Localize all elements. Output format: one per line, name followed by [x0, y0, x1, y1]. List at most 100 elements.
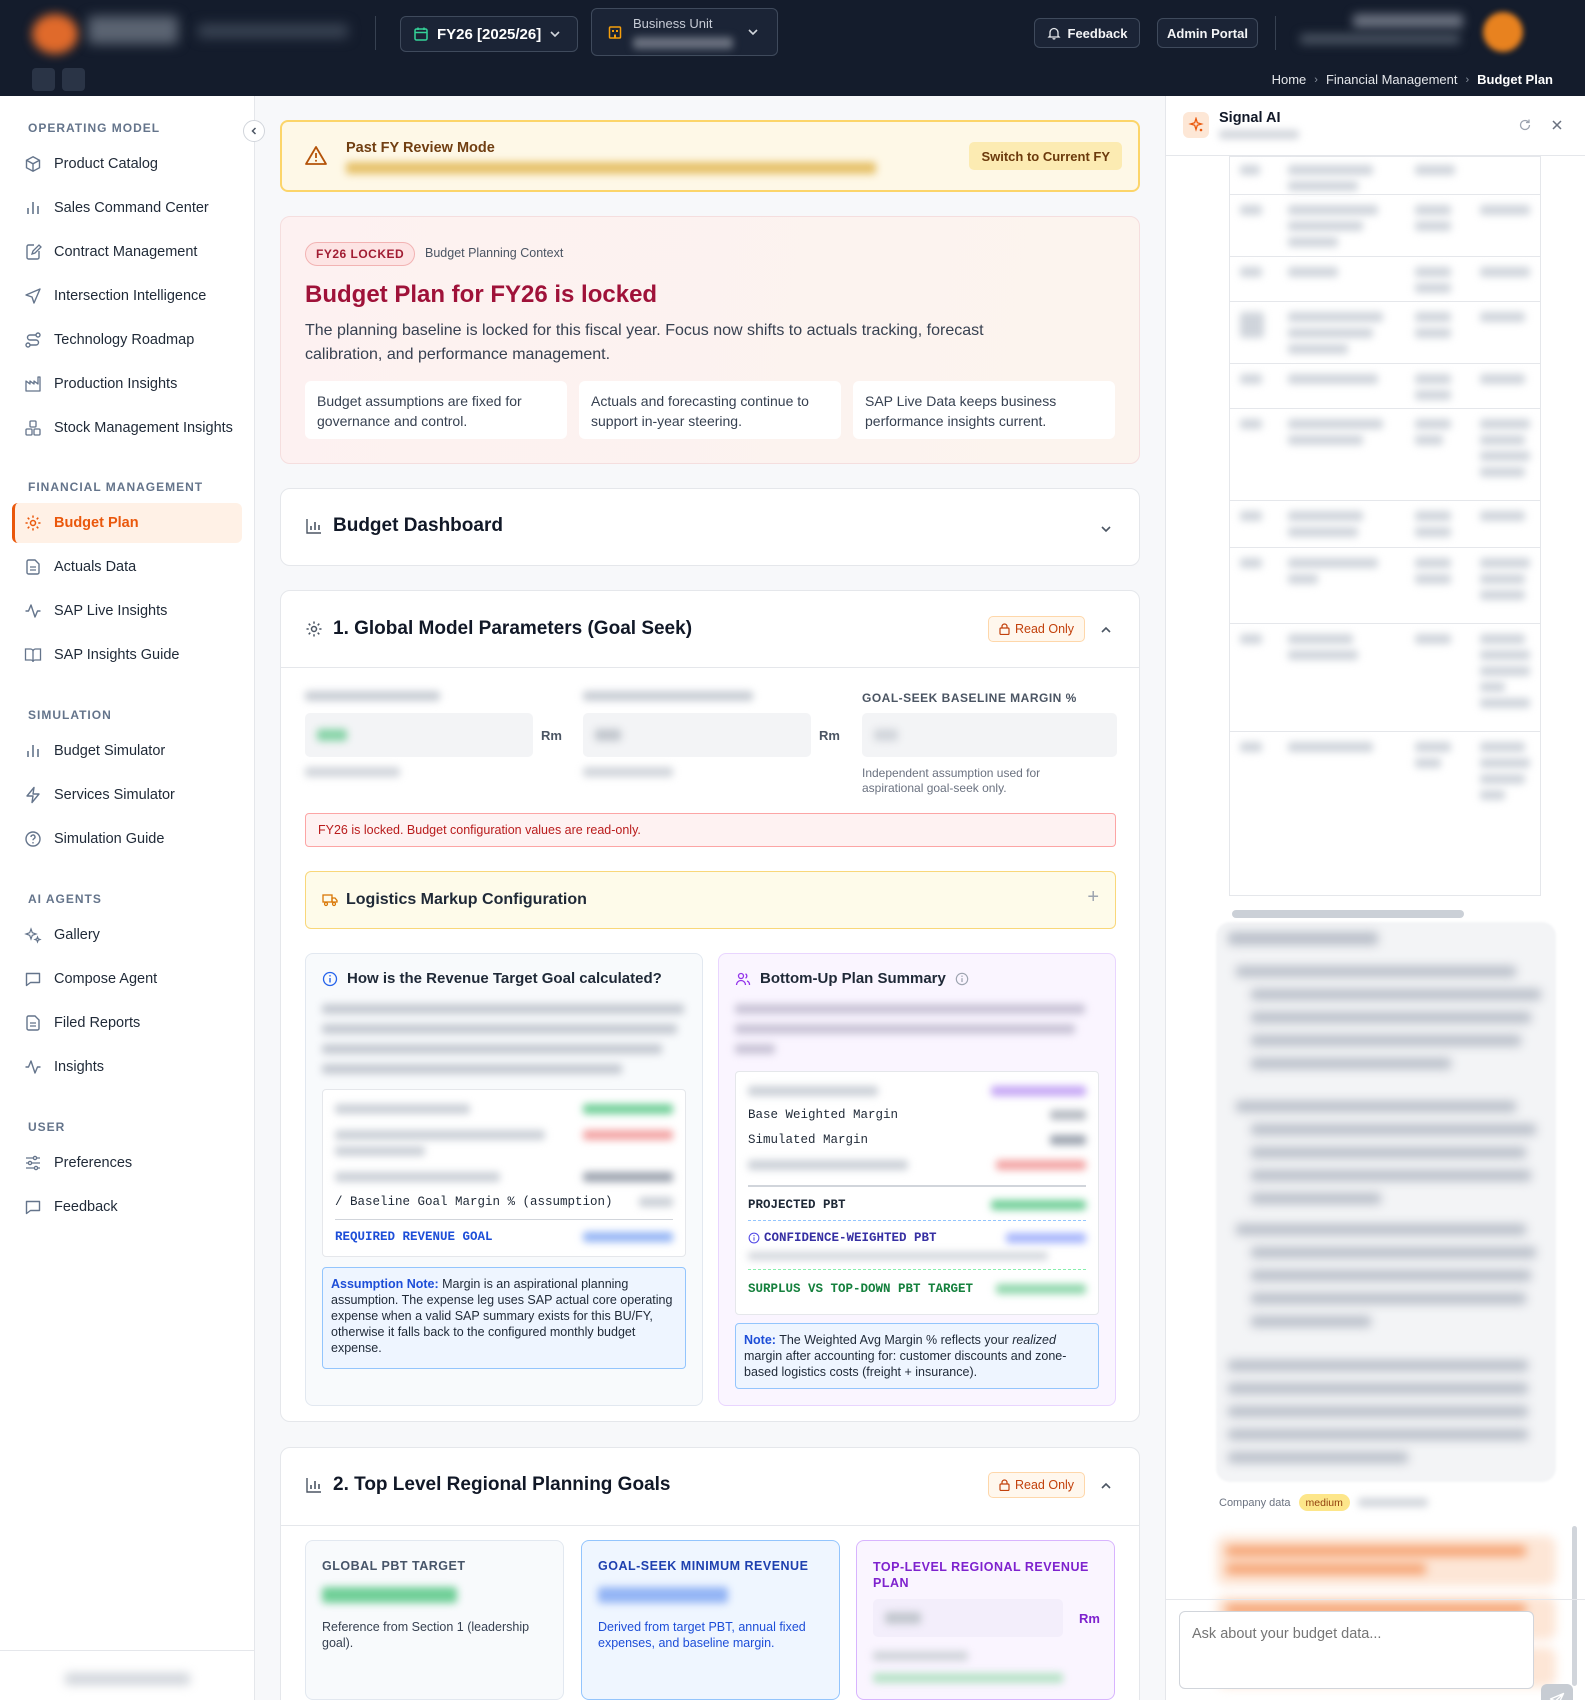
message-text — [1236, 1224, 1526, 1235]
info-icon[interactable] — [955, 972, 969, 986]
table-row — [1230, 194, 1540, 256]
sidebar-item-technology-roadmap[interactable]: Technology Roadmap — [12, 320, 242, 360]
grid-icon[interactable] — [62, 68, 85, 91]
send-button[interactable] — [1541, 1684, 1573, 1700]
sidebar-item-budget-plan[interactable]: Budget Plan — [12, 503, 242, 543]
plus-icon[interactable]: + — [1087, 886, 1099, 909]
target-pbt-input[interactable] — [305, 713, 533, 757]
sidebar-item-contract-management[interactable]: Contract Management — [12, 232, 242, 272]
calc-row-value — [996, 1160, 1086, 1170]
sidebar-item-sap-live-insights[interactable]: SAP Live Insights — [12, 591, 242, 631]
divider — [281, 1525, 1139, 1526]
section-title-simulation: SIMULATION — [28, 708, 112, 722]
chat-scrollbar[interactable] — [1572, 1526, 1577, 1686]
sidebar-item-production-insights[interactable]: Production Insights — [12, 364, 242, 404]
table-horizontal-scrollbar[interactable] — [1232, 910, 1464, 918]
sidebar-item-label: Insights — [54, 1059, 104, 1075]
company-tagline — [198, 24, 348, 38]
bottom-up-text — [735, 1044, 775, 1054]
avatar[interactable] — [1483, 12, 1523, 52]
calc-row-label — [335, 1104, 470, 1114]
revenue-calculation: / Baseline Goal Margin % (assumption) RE… — [322, 1089, 686, 1257]
file-text-icon — [26, 559, 40, 575]
global-model-parameters-card: 1. Global Model Parameters (Goal Seek) R… — [280, 590, 1140, 1422]
user-name — [1353, 14, 1463, 28]
sidebar-item-product-catalog[interactable]: Product Catalog — [12, 144, 242, 184]
regional-revenue-plan-tile: TOP-LEVEL REGIONAL REVENUE PLAN Rm — [856, 1540, 1115, 1700]
business-unit-selector[interactable]: Business Unit — [591, 8, 778, 56]
breadcrumb-financial[interactable]: Financial Management — [1326, 72, 1458, 87]
message-text — [1228, 1452, 1408, 1463]
lock-icon — [999, 623, 1010, 635]
section1-title: 1. Global Model Parameters (Goal Seek) — [333, 618, 693, 639]
monthly-expenses-hint — [583, 767, 673, 777]
sidebar-item-label: Compose Agent — [54, 971, 158, 987]
projected-pbt-value — [991, 1200, 1086, 1210]
sidebar-item-actuals-data[interactable]: Actuals Data — [12, 547, 242, 587]
sidebar-item-budget-simulator[interactable]: Budget Simulator — [12, 731, 242, 771]
sidebar-item-services-simulator[interactable]: Services Simulator — [12, 775, 242, 815]
chevron-up-icon[interactable] — [1099, 1479, 1113, 1493]
collapse-sidebar-button[interactable] — [243, 120, 265, 142]
baseline-margin-input[interactable] — [862, 713, 1117, 757]
sidebar-item-intersection-intelligence[interactable]: Intersection Intelligence — [12, 276, 242, 316]
sidebar-item-label: Services Simulator — [54, 787, 175, 803]
bottom-up-header: Bottom-Up Plan Summary — [735, 970, 969, 987]
ai-chat-input[interactable] — [1179, 1611, 1534, 1689]
target-pbt-hint — [305, 767, 400, 777]
close-icon[interactable] — [1551, 119, 1563, 131]
monthly-expenses-value — [595, 729, 621, 741]
message-text — [1251, 1193, 1381, 1204]
message-text — [1251, 1247, 1536, 1258]
settings-icon — [306, 621, 322, 637]
divider — [1166, 1599, 1585, 1600]
switch-current-fy-button[interactable]: Switch to Current FY — [969, 142, 1122, 170]
monthly-expenses-label — [583, 691, 753, 701]
sidebar-item-stock-management-insights[interactable]: Stock Management Insights — [12, 408, 242, 448]
refresh-icon[interactable] — [1518, 118, 1532, 132]
message-text — [1251, 1147, 1526, 1158]
revenue-explainer-header: How is the Revenue Target Goal calculate… — [322, 970, 662, 987]
confidence-weighted-pbt-value — [1006, 1233, 1086, 1243]
admin-portal-button[interactable]: Admin Portal — [1157, 18, 1258, 48]
sparkle-icon — [1183, 112, 1209, 138]
suggested-question[interactable] — [1216, 1536, 1556, 1586]
sidebar-item-preferences[interactable]: Preferences — [12, 1143, 242, 1183]
weighted-margin-note: Note: The Weighted Avg Margin % reflects… — [735, 1323, 1099, 1389]
message-text — [1251, 1035, 1521, 1046]
regional-revenue-input[interactable] — [873, 1599, 1063, 1637]
ai-panel-title: Signal AI — [1219, 110, 1281, 126]
sidebar-item-sales-command-center[interactable]: Sales Command Center — [12, 188, 242, 228]
monthly-expenses-input[interactable] — [583, 713, 811, 757]
target-pbt-label — [305, 691, 440, 701]
signal-ai-panel: Signal AI Company data medium — [1165, 96, 1585, 1700]
sidebar-item-label: Filed Reports — [54, 1015, 141, 1031]
sidebar-item-feedback[interactable]: Feedback — [12, 1187, 242, 1227]
sidebar-item-label: SAP Insights Guide — [54, 647, 180, 663]
sidebar-item-sap-insights-guide[interactable]: SAP Insights Guide — [12, 635, 242, 675]
sidebar-item-label: Contract Management — [54, 244, 198, 260]
menu-icon[interactable] — [32, 68, 55, 91]
sidebar-item-gallery[interactable]: Gallery — [12, 915, 242, 955]
message-text — [1236, 966, 1516, 977]
logistics-markup-config[interactable]: Logistics Markup Configuration + — [305, 871, 1116, 929]
sidebar-item-insights[interactable]: Insights — [12, 1047, 242, 1087]
chevron-up-icon[interactable] — [1099, 623, 1113, 637]
bottom-up-plan-summary: Bottom-Up Plan Summary Base Weighted Mar… — [718, 953, 1116, 1406]
fiscal-year-selector[interactable]: FY26 [2025/26] — [400, 16, 578, 52]
chevron-down-icon[interactable] — [1099, 522, 1113, 536]
divider — [375, 16, 376, 50]
feedback-label: Feedback — [1067, 25, 1128, 41]
section-title-user: USER — [28, 1120, 66, 1134]
company-logo[interactable] — [32, 14, 78, 54]
business-unit-value — [633, 37, 733, 49]
budget-dashboard-card[interactable]: Budget Dashboard — [280, 488, 1140, 566]
sidebar-item-filed-reports[interactable]: Filed Reports — [12, 1003, 242, 1043]
sidebar-item-simulation-guide[interactable]: Simulation Guide — [12, 819, 242, 859]
sidebar-item-compose-agent[interactable]: Compose Agent — [12, 959, 242, 999]
breadcrumb-home[interactable]: Home — [1272, 72, 1307, 87]
factory-icon — [25, 376, 41, 392]
tile-hint — [873, 1651, 968, 1661]
feedback-button[interactable]: Feedback — [1034, 18, 1140, 48]
message-text — [1228, 1429, 1528, 1440]
